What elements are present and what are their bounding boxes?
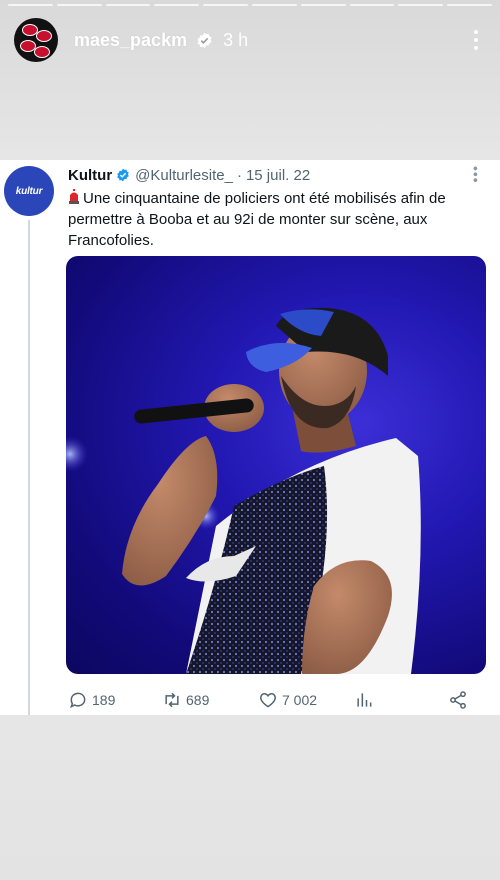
retweet-button[interactable]: 689 — [162, 690, 209, 710]
dot-icon — [474, 46, 478, 50]
tweet-text: Une cinquantaine de policiers ont été mo… — [68, 188, 484, 251]
tweet-more-icon[interactable]: ••• — [468, 166, 484, 184]
verified-icon — [117, 168, 129, 182]
progress-segment — [8, 4, 53, 6]
cloud-icon — [36, 30, 52, 42]
progress-segment — [154, 4, 200, 6]
tweet-author-avatar[interactable]: kultur — [4, 166, 54, 216]
progress-segment — [447, 4, 492, 6]
analytics-icon — [357, 693, 372, 707]
reply-button[interactable]: 189 — [68, 690, 115, 710]
avatar-logo-text: kultur — [15, 185, 43, 197]
dot-icon — [474, 30, 478, 34]
tweet-author-name[interactable]: Kultur — [68, 167, 112, 184]
heart-icon — [260, 692, 276, 708]
tweet-separator: · — [236, 166, 242, 184]
progress-segment — [300, 4, 346, 6]
cloud-icon — [34, 46, 50, 58]
reply-count: 189 — [92, 692, 116, 708]
stage-light — [66, 436, 88, 472]
like-count: 7 002 — [282, 692, 318, 708]
police-light-icon — [69, 189, 79, 204]
views-button[interactable] — [354, 690, 374, 710]
thread-line — [28, 220, 30, 715]
tweet-header: Kultur @Kulturlesite_ · 15 juil. 22 ••• — [68, 164, 484, 186]
progress-segment — [56, 4, 102, 6]
tweet-date[interactable]: 15 juil. 22 — [246, 167, 310, 184]
tweet-body: Une cinquantaine de policiers ont été mo… — [68, 190, 446, 249]
concert-photo — [66, 307, 421, 674]
progress-segment — [349, 4, 395, 6]
retweet-icon — [165, 692, 179, 708]
tweet-author-handle[interactable]: @Kulturlesite_ — [135, 167, 233, 184]
progress-segment — [398, 4, 444, 6]
retweet-count: 689 — [186, 692, 210, 708]
story-header: maes_packm 3 h — [14, 16, 486, 64]
progress-segment — [251, 4, 297, 6]
arm — [122, 436, 218, 586]
story-more-button[interactable] — [466, 25, 486, 55]
dot-icon — [474, 38, 478, 42]
reply-icon — [70, 692, 86, 709]
story-time: 3 h — [223, 29, 249, 50]
tweet-photo[interactable] — [66, 256, 486, 674]
progress-segment — [105, 4, 151, 6]
progress-segment — [203, 4, 248, 6]
share-button[interactable] — [448, 690, 468, 710]
verified-icon — [197, 32, 212, 48]
tweet-actions: 189 689 7 002 — [68, 688, 478, 712]
story-username[interactable]: maes_packm — [74, 30, 187, 51]
story-progress — [8, 4, 492, 6]
share-icon — [450, 691, 466, 709]
story-avatar[interactable] — [14, 18, 58, 62]
like-button[interactable]: 7 002 — [258, 690, 317, 710]
